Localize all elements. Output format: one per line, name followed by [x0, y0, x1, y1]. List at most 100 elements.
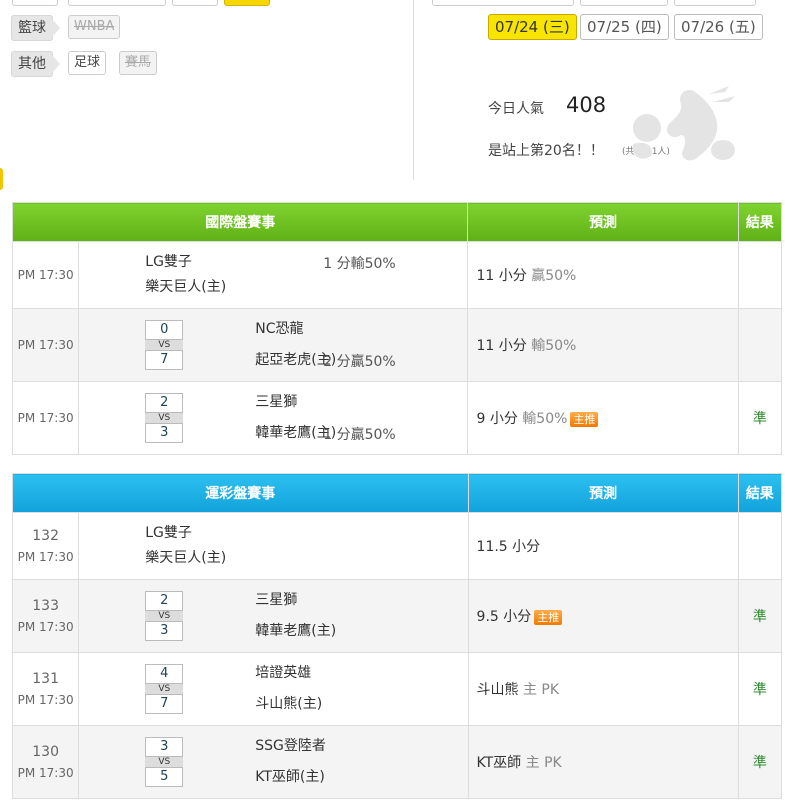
- score-box: 0 VS 7: [145, 320, 184, 370]
- table-row[interactable]: 132 PM 17:30 LG雙子 樂天巨人(主) 11.5 小分: [11, 512, 783, 580]
- cutoff-date[interactable]: [674, 0, 756, 6]
- cutoff-date[interactable]: [580, 0, 668, 6]
- team-home: 樂天巨人(主): [145, 550, 227, 566]
- score-away: 2: [145, 393, 184, 413]
- score-home: 3: [145, 423, 184, 443]
- date-tab-0725[interactable]: 07/25 (四): [580, 14, 669, 40]
- prediction-sub: 主 PK: [522, 682, 560, 698]
- score-away: 0: [145, 320, 184, 340]
- cutoff-tag: [12, 0, 58, 6]
- date-tab-0724[interactable]: 07/24 (三): [488, 14, 577, 40]
- chip-soccer[interactable]: 足球: [68, 51, 107, 75]
- score-home: 7: [145, 350, 184, 370]
- cutoff-chip-active[interactable]: [224, 0, 270, 6]
- chip-wnba[interactable]: WNBA: [68, 15, 121, 39]
- header-prediction: 預測: [467, 473, 739, 513]
- game-time: PM 17:30: [17, 550, 74, 564]
- team-away: SSG登陸者: [255, 738, 326, 754]
- game-number: 131: [32, 671, 59, 687]
- score-box: 2 VS 3: [145, 591, 184, 641]
- game-cell: 2 VS 3 三星獅 韓華老鷹(主) 1 分贏50%: [78, 381, 469, 455]
- game-time-cell: 133 PM 17:30: [11, 579, 80, 653]
- table-header: 國際盤賽事 預測 結果: [11, 202, 783, 242]
- result: [737, 512, 783, 580]
- team-away: LG雙子: [145, 254, 192, 270]
- featured-badge: 主推: [570, 411, 599, 427]
- team-away: LG雙子: [145, 525, 192, 541]
- vs-label: VS: [145, 413, 184, 423]
- game-time: PM 17:30: [17, 620, 74, 634]
- game-time: PM 17:30: [11, 308, 80, 382]
- vs-label: VS: [145, 684, 184, 694]
- score-box: 4 VS 7: [145, 664, 184, 714]
- prediction-main: 11 小分: [476, 268, 527, 284]
- team-away: 培證英雄: [255, 665, 312, 681]
- vs-label: VS: [145, 757, 184, 767]
- table-header: 運彩盤賽事 預測 結果: [12, 473, 783, 513]
- team-home: KT巫師(主): [255, 769, 325, 785]
- team-home: 斗山熊(主): [255, 696, 323, 712]
- result: [737, 308, 783, 382]
- result: 準: [737, 652, 783, 726]
- result: [737, 241, 783, 309]
- score-home: 3: [145, 621, 184, 641]
- intl-odds-table: 國際盤賽事 預測 結果 PM 17:30 LG雙子 樂天巨人(主) 1 分輸50…: [11, 202, 783, 455]
- game-cell: 3 VS 5 SSG登陸者 KT巫師(主): [78, 725, 469, 799]
- header-event: 運彩盤賽事: [12, 473, 469, 513]
- rank-text: 是站上第20名！！: [488, 143, 604, 159]
- prediction-sub: 輸50%: [522, 411, 568, 427]
- prediction-main: 9 小分: [476, 411, 518, 427]
- cutoff-date[interactable]: [432, 0, 574, 6]
- table-row[interactable]: 131 PM 17:30 4 VS 7 培證英雄 斗山熊(主) 斗山熊 主 PK …: [11, 652, 783, 726]
- spread: 1 分輸50%: [323, 256, 396, 272]
- chip-horse[interactable]: 賽馬: [119, 51, 158, 75]
- prediction-sub: 輸50%: [531, 338, 577, 354]
- prediction-main: 11 小分: [476, 338, 527, 354]
- table-row[interactable]: 133 PM 17:30 2 VS 3 三星獅 韓華老鷹(主) 9.5 小分 主推 …: [11, 579, 783, 653]
- team-away: 三星獅: [255, 394, 298, 410]
- game-time: PM 17:30: [11, 241, 80, 309]
- cutoff-chip[interactable]: [68, 0, 166, 6]
- game-time: PM 17:30: [11, 381, 80, 455]
- side-tab[interactable]: [0, 168, 3, 190]
- game-number: 130: [32, 744, 59, 760]
- table-row[interactable]: PM 17:30 2 VS 3 三星獅 韓華老鷹(主) 1 分贏50% 9 小分…: [11, 381, 783, 455]
- cutoff-chip[interactable]: [172, 0, 218, 6]
- game-number: 133: [32, 598, 59, 614]
- prediction-main: KT巫師: [476, 755, 522, 771]
- game-cell: 4 VS 7 培證英雄 斗山熊(主): [78, 652, 469, 726]
- prediction: KT巫師 主 PK: [467, 725, 739, 799]
- lottery-odds-table: 運彩盤賽事 預測 結果 132 PM 17:30 LG雙子 樂天巨人(主) 11.…: [11, 473, 783, 799]
- category-basketball: 籃球: [11, 15, 60, 41]
- team-away: NC恐龍: [255, 321, 304, 337]
- prediction: 9.5 小分 主推: [467, 579, 739, 653]
- featured-badge: 主推: [534, 609, 563, 625]
- table-row[interactable]: PM 17:30 LG雙子 樂天巨人(主) 1 分輸50% 11 小分 贏50%: [11, 241, 783, 309]
- score-box: 2 VS 3: [145, 393, 184, 443]
- result: 準: [737, 579, 783, 653]
- header-prediction: 預測: [467, 202, 739, 242]
- header-event: 國際盤賽事: [11, 202, 469, 242]
- prediction-main: 9.5 小分: [476, 609, 532, 625]
- spread: 2 分贏50%: [323, 354, 396, 370]
- prediction: 11.5 小分: [467, 512, 739, 580]
- prediction-main: 11.5 小分: [476, 539, 541, 555]
- game-time-cell: 132 PM 17:30: [11, 512, 80, 580]
- game-time-cell: 130 PM 17:30: [11, 725, 80, 799]
- game-cell: 2 VS 3 三星獅 韓華老鷹(主): [78, 579, 469, 653]
- table-row[interactable]: PM 17:30 0 VS 7 NC恐龍 起亞老虎(主) 2 分贏50% 11 …: [11, 308, 783, 382]
- vs-label: VS: [145, 611, 184, 621]
- prediction: 斗山熊 主 PK: [467, 652, 739, 726]
- table-row[interactable]: 130 PM 17:30 3 VS 5 SSG登陸者 KT巫師(主) KT巫師 主…: [11, 725, 783, 799]
- prediction: 9 小分 輸50% 主推: [467, 381, 739, 455]
- game-time-cell: 131 PM 17:30: [11, 652, 80, 726]
- divider: [413, 0, 414, 180]
- prediction-main: 斗山熊: [476, 682, 519, 698]
- popularity-label: 今日人氣: [488, 101, 544, 117]
- team-away: 三星獅: [255, 592, 298, 608]
- score-away: 3: [145, 737, 184, 757]
- date-tab-0726[interactable]: 07/26 (五): [674, 14, 763, 40]
- prediction-sub: 主 PK: [525, 755, 562, 771]
- score-away: 4: [145, 664, 184, 684]
- team-home: 樂天巨人(主): [145, 279, 227, 295]
